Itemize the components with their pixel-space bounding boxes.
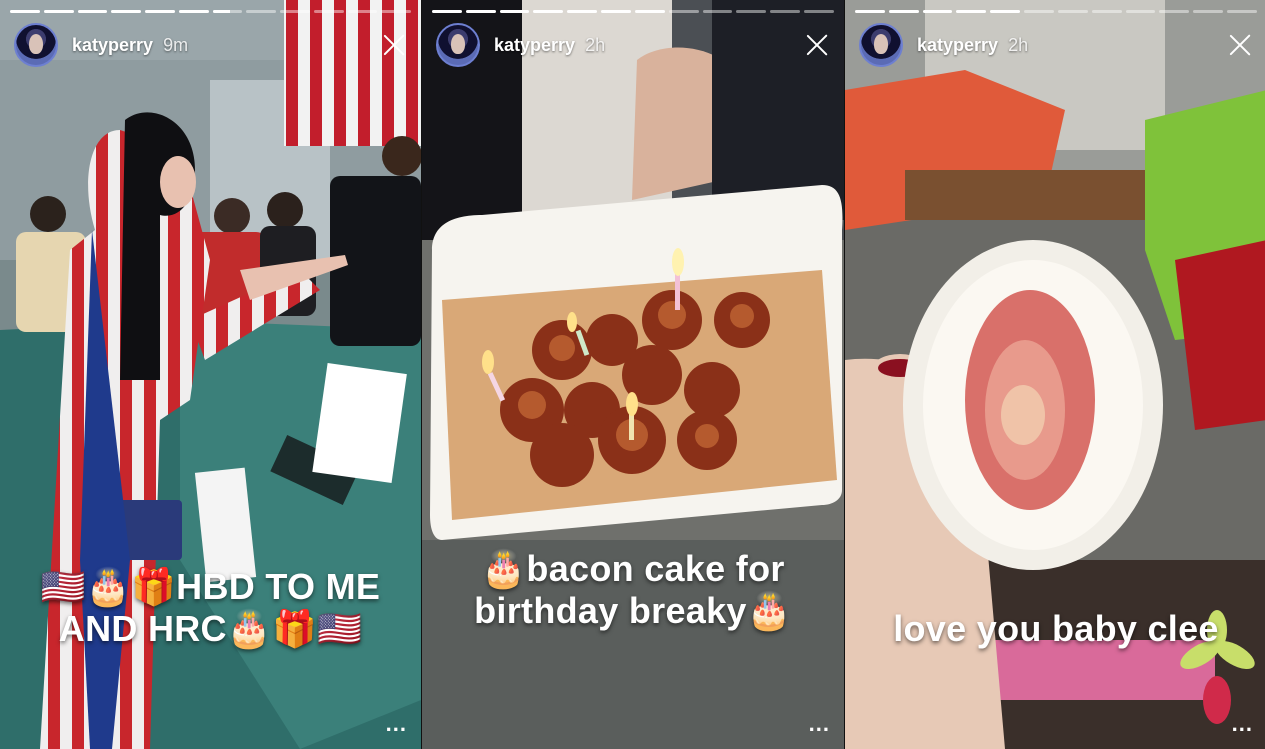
progress-segment xyxy=(1057,10,1088,13)
progress-segment xyxy=(1125,10,1156,13)
caption-line: AND HRC🎂🎁🇺🇸 xyxy=(58,608,363,649)
progress-segment-current xyxy=(212,10,243,13)
progress-segment xyxy=(1091,10,1122,13)
progress-segment-current xyxy=(990,10,1021,13)
post-time: 2h xyxy=(585,34,606,55)
progress-segment xyxy=(313,10,344,13)
story-caption: love you baby clee xyxy=(855,608,1257,650)
progress-segment xyxy=(888,10,919,13)
story-header: katyperry 9m xyxy=(14,22,407,68)
progress-segment xyxy=(1024,10,1054,13)
more-options-icon[interactable]: ... xyxy=(809,713,830,735)
more-options-icon[interactable]: ... xyxy=(386,713,407,735)
avatar[interactable] xyxy=(436,23,480,67)
avatar[interactable] xyxy=(859,23,903,67)
username[interactable]: katyperry xyxy=(917,35,998,56)
story-progress-bar xyxy=(432,10,834,13)
username[interactable]: katyperry xyxy=(72,35,153,56)
progress-segment xyxy=(43,10,74,13)
progress-segment xyxy=(922,10,953,13)
progress-segment xyxy=(567,10,598,13)
progress-segment xyxy=(1193,10,1224,13)
progress-segment xyxy=(465,10,496,13)
progress-segment xyxy=(1159,10,1190,13)
story-panel-3[interactable]: katyperry 2h love you baby clee ... xyxy=(844,0,1265,749)
more-options-icon[interactable]: ... xyxy=(1232,713,1253,735)
progress-segment xyxy=(280,10,310,13)
story-header: katyperry 2h xyxy=(859,22,1253,68)
progress-segment xyxy=(601,10,631,13)
progress-segment xyxy=(1227,10,1257,13)
avatar[interactable] xyxy=(14,23,58,67)
close-icon[interactable] xyxy=(381,32,407,58)
story-photo-2 xyxy=(422,0,844,749)
caption-line: love you baby clee xyxy=(893,608,1219,649)
progress-segment xyxy=(246,10,276,13)
username[interactable]: katyperry xyxy=(494,35,575,56)
progress-segment xyxy=(381,10,411,13)
progress-segment xyxy=(178,10,209,13)
progress-segment xyxy=(499,10,530,13)
post-time: 2h xyxy=(1008,34,1029,55)
story-header: katyperry 2h xyxy=(436,22,830,68)
progress-segment xyxy=(736,10,767,13)
story-caption: 🇺🇸🎂🎁HBD TO ME AND HRC🎂🎁🇺🇸 xyxy=(10,566,411,650)
progress-segment xyxy=(77,10,108,13)
progress-segment xyxy=(855,10,885,13)
caption-line: birthday breaky🎂 xyxy=(474,590,792,631)
progress-segment xyxy=(10,10,40,13)
caption-line: 🇺🇸🎂🎁HBD TO ME xyxy=(40,566,381,607)
story-panel-2[interactable]: katyperry 2h 🎂bacon cake for birthday br… xyxy=(421,0,844,749)
progress-segment-current xyxy=(634,10,665,13)
progress-segment xyxy=(702,10,733,13)
progress-segment xyxy=(668,10,699,13)
progress-segment xyxy=(804,10,834,13)
progress-segment xyxy=(770,10,801,13)
progress-segment xyxy=(432,10,462,13)
story-panel-1[interactable]: katyperry 9m 🇺🇸🎂🎁HBD TO ME AND HRC🎂🎁🇺🇸 .… xyxy=(0,0,421,749)
progress-segment xyxy=(145,10,175,13)
story-progress-bar xyxy=(10,10,411,13)
post-time: 9m xyxy=(163,34,189,55)
close-icon[interactable] xyxy=(804,32,830,58)
progress-segment xyxy=(111,10,141,13)
progress-segment xyxy=(533,10,564,13)
story-strip: katyperry 9m 🇺🇸🎂🎁HBD TO ME AND HRC🎂🎁🇺🇸 .… xyxy=(0,0,1265,749)
story-progress-bar xyxy=(855,10,1257,13)
story-caption: 🎂bacon cake for birthday breaky🎂 xyxy=(432,548,834,632)
progress-segment xyxy=(347,10,378,13)
progress-segment xyxy=(956,10,987,13)
caption-line: 🎂bacon cake for xyxy=(481,548,785,589)
close-icon[interactable] xyxy=(1227,32,1253,58)
